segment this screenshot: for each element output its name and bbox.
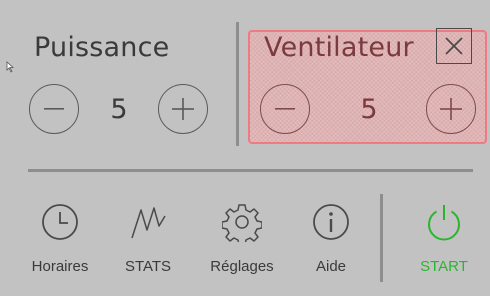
nav-label: Horaires [31, 258, 89, 275]
section-divider [28, 169, 473, 172]
clock-icon [42, 204, 78, 240]
close-button[interactable] [436, 28, 472, 64]
power-icon [428, 205, 460, 241]
info-icon [313, 204, 349, 240]
fan-increase-button[interactable] [426, 84, 476, 134]
nav-divider [380, 194, 383, 282]
plus-icon [440, 98, 462, 120]
fan-value: 5 [360, 94, 378, 125]
power-value: 5 [110, 94, 128, 125]
power-increase-button[interactable] [158, 84, 208, 134]
minus-icon [275, 108, 295, 110]
minus-icon [44, 108, 64, 110]
panel-divider [236, 22, 239, 146]
close-icon [445, 37, 463, 55]
mouse-cursor-icon [6, 58, 15, 77]
nav-label: Aide [315, 258, 347, 275]
nav-label: STATS [124, 258, 172, 275]
power-decrease-button[interactable] [29, 84, 79, 134]
zigzag-chart-icon [131, 207, 166, 239]
power-title: Puissance [34, 32, 170, 63]
nav-aide[interactable]: Aide [289, 200, 373, 275]
nav-reglages[interactable]: Réglages [200, 200, 284, 275]
nav-label: Réglages [210, 258, 274, 275]
start-button[interactable]: START [402, 200, 486, 275]
nav-horaires[interactable]: Horaires [18, 200, 102, 275]
nav-stats[interactable]: STATS [106, 200, 190, 275]
start-label: START [420, 258, 468, 275]
fan-title: Ventilateur [264, 32, 414, 63]
fan-decrease-button[interactable] [260, 84, 310, 134]
gear-icon [222, 204, 262, 242]
plus-icon [172, 98, 194, 120]
